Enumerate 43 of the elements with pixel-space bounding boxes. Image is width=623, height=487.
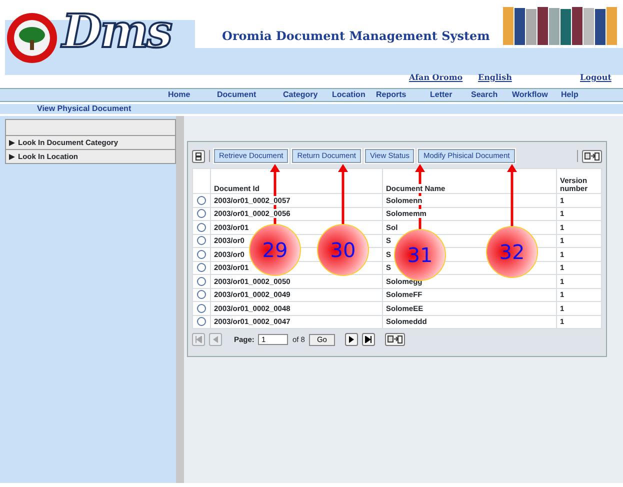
logout-link[interactable]: Logout [580, 72, 612, 82]
radio-button[interactable] [197, 317, 206, 326]
callout-arrow [338, 164, 348, 224]
next-page-button[interactable] [344, 333, 358, 346]
export-button[interactable] [582, 150, 602, 162]
radio-button[interactable] [197, 276, 206, 286]
last-page-icon [364, 336, 372, 343]
expand-icon [9, 140, 15, 146]
nav-link[interactable]: Reports [376, 90, 406, 99]
logo-text: Dms [62, 4, 170, 58]
nav-link[interactable]: Workflow [512, 90, 548, 99]
columns-icon [195, 152, 202, 160]
export-button[interactable] [384, 333, 405, 346]
radio-button[interactable] [197, 290, 206, 300]
next-page-icon [348, 336, 354, 343]
export-icon [584, 152, 600, 160]
nav-link[interactable]: Category [283, 90, 318, 99]
columns-button[interactable] [192, 150, 205, 162]
radio-button[interactable] [197, 304, 206, 313]
nav-link[interactable]: Letter [430, 90, 452, 99]
language-link[interactable]: English [478, 72, 512, 82]
last-page-button[interactable] [362, 333, 375, 346]
radio-button[interactable] [197, 263, 206, 272]
nav-link[interactable]: Document [217, 90, 256, 99]
previous-page-icon [213, 336, 218, 343]
radio-button[interactable] [197, 209, 206, 218]
emblem-icon [6, 12, 58, 64]
radio-button[interactable] [197, 196, 206, 205]
nav-link[interactable]: Search [471, 90, 498, 99]
nav-link[interactable]: Home [168, 90, 190, 99]
export-icon [386, 335, 403, 344]
nav-link[interactable]: Help [561, 90, 578, 99]
expand-icon [9, 154, 15, 160]
radio-button[interactable] [197, 236, 206, 246]
callout-arrow [507, 164, 517, 226]
scrollbar[interactable] [176, 116, 184, 483]
radio-button[interactable] [197, 222, 206, 232]
site-title: Oromia Document Management System [222, 29, 490, 43]
breadcrumb-text: View Physical Document [37, 104, 132, 113]
first-page-icon [195, 336, 202, 343]
nav-link[interactable]: Location [332, 90, 366, 99]
language-link[interactable]: Afan Oromo [409, 72, 463, 82]
radio-button[interactable] [197, 250, 206, 259]
